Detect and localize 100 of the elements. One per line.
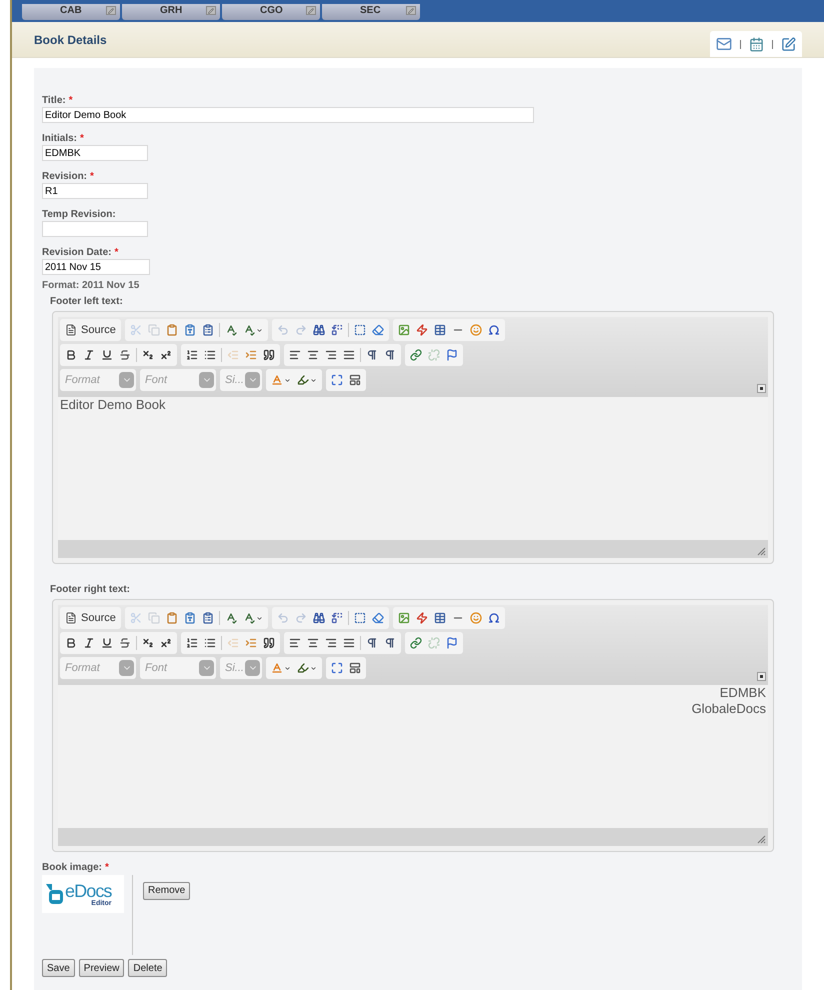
underline-icon: [101, 349, 113, 361]
resize-handle-icon[interactable]: [757, 835, 766, 844]
module-tab[interactable]: SEC: [322, 4, 420, 20]
form-button[interactable]: Save: [42, 959, 75, 977]
module-tab[interactable]: GRH: [122, 4, 220, 20]
replace-icon: [330, 612, 343, 624]
field-label: Footer left text:: [50, 295, 124, 309]
mail-icon[interactable]: [716, 36, 732, 52]
subscript-icon: [142, 637, 154, 649]
indent-icon: [245, 637, 257, 649]
unlink-icon: [428, 349, 440, 361]
text-field[interactable]: [42, 221, 148, 237]
link-icon: [410, 637, 422, 649]
scissors-icon: [130, 612, 142, 624]
align-left-icon: [289, 637, 301, 649]
edit-icon: [206, 6, 216, 15]
required-asterisk: *: [90, 171, 94, 182]
italic-icon: [83, 349, 95, 361]
table-icon: [434, 324, 446, 336]
spellcheck-icon: [224, 612, 237, 624]
subscript-icon: [142, 349, 154, 361]
edit-icon[interactable]: [781, 36, 796, 52]
caret-icon: [256, 614, 263, 622]
outdent-icon: [227, 637, 239, 649]
text-field[interactable]: R1: [42, 183, 148, 199]
highlighter-icon: [297, 662, 309, 674]
quote-icon: [263, 637, 275, 649]
caret-icon: [284, 664, 291, 672]
select-all-icon: [354, 612, 366, 624]
document-icon: [65, 324, 77, 336]
format-hint: Format: 2011 Nov 15: [42, 279, 140, 293]
pilcrow-icon: [384, 349, 396, 361]
flash-icon: [416, 612, 428, 624]
omega-icon: [488, 324, 500, 336]
spellcheck-icon: [242, 612, 255, 624]
text-field[interactable]: EDMBK: [42, 145, 148, 161]
caret-icon: [310, 664, 317, 672]
undo-icon: [276, 324, 289, 336]
eraser-icon: [372, 612, 384, 624]
collapse-toolbar-icon[interactable]: [757, 384, 766, 393]
module-tab[interactable]: CAB: [22, 4, 120, 20]
caret-icon: [256, 326, 263, 334]
maximize-icon: [331, 374, 343, 386]
text-color-icon: [271, 662, 283, 674]
required-asterisk: *: [80, 133, 84, 144]
required-asterisk: *: [105, 862, 109, 873]
binoculars-icon: [312, 612, 325, 624]
clipboard-icon: [166, 324, 178, 336]
align-center-icon: [307, 349, 319, 361]
image-icon: [398, 612, 410, 624]
resize-handle-icon[interactable]: [757, 547, 766, 556]
align-right-icon: [325, 349, 337, 361]
logo-name: eDocs: [65, 882, 112, 900]
clipboard-list-icon: [202, 324, 214, 336]
superscript-icon: [160, 349, 172, 361]
maximize-icon: [331, 662, 343, 674]
edit-icon: [106, 6, 116, 15]
text-field[interactable]: 2011 Nov 15: [42, 259, 150, 275]
numbered-list-icon: [186, 349, 198, 361]
form-button[interactable]: Preview: [78, 959, 124, 977]
smiley-icon: [470, 612, 482, 624]
edit-icon: [306, 6, 316, 15]
bullet-list-icon: [204, 349, 216, 361]
quote-icon: [263, 349, 275, 361]
indent-icon: [245, 349, 257, 361]
show-blocks-icon: [349, 662, 361, 674]
bold-icon: [65, 349, 77, 361]
highlighter-icon: [297, 374, 309, 386]
clipboard-list-icon: [202, 612, 214, 624]
remove-button[interactable]: Remove: [143, 882, 190, 900]
field-label: Temp Revision:: [42, 209, 116, 220]
collapse-toolbar-icon[interactable]: [757, 672, 766, 681]
required-asterisk: *: [68, 95, 73, 106]
flash-icon: [416, 324, 428, 336]
align-center-icon: [307, 637, 319, 649]
field-label: Initials:: [42, 133, 78, 144]
flag-icon: [446, 637, 458, 649]
copy-icon: [148, 612, 160, 624]
caret-icon: [284, 376, 291, 384]
source-button[interactable]: Source: [62, 608, 119, 628]
outdent-icon: [227, 349, 239, 361]
pilcrow-icon: [384, 637, 396, 649]
module-tab[interactable]: CGO: [222, 4, 320, 20]
spellcheck-icon: [242, 324, 255, 336]
editor-text: EDMBK: [720, 685, 766, 701]
form-button[interactable]: Delete: [128, 959, 168, 977]
underline-icon: [101, 637, 113, 649]
field-label: Revision Date:: [42, 247, 112, 258]
text-field[interactable]: Editor Demo Book: [42, 107, 534, 123]
editor-text: GlobaleDocs: [692, 701, 766, 717]
select-all-icon: [354, 324, 366, 336]
source-button[interactable]: Source: [62, 320, 119, 340]
flag-icon: [446, 349, 458, 361]
calendar-icon[interactable]: [749, 36, 764, 52]
field-label: Footer right text:: [50, 583, 131, 597]
edit-icon: [406, 6, 416, 15]
justify-icon: [343, 349, 355, 361]
bold-icon: [65, 637, 77, 649]
document-icon: [65, 612, 77, 624]
caret-icon: [310, 376, 317, 384]
